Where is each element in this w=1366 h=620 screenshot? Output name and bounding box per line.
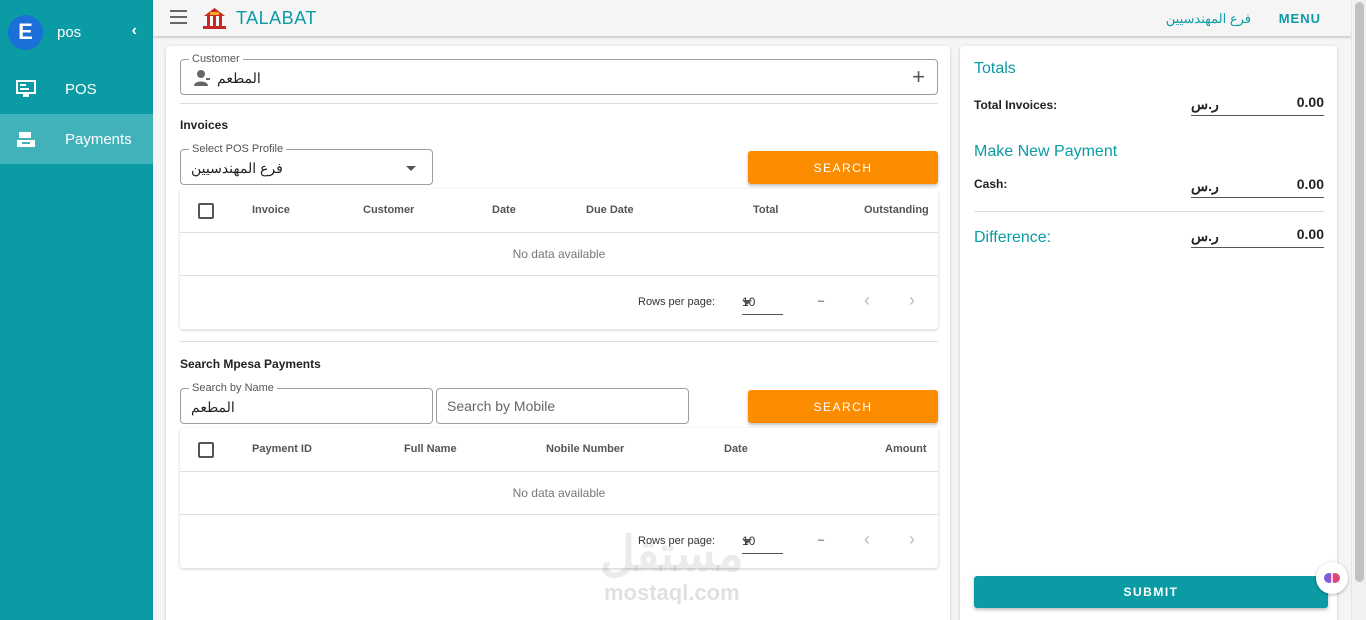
person-icon [193, 69, 211, 87]
page-range: – [818, 534, 825, 546]
search-mpesa-button[interactable]: SEARCH [748, 390, 938, 423]
search-mobile-field[interactable]: Search by Mobile [436, 388, 689, 424]
sidebar-item-payments[interactable]: Payments [0, 114, 153, 164]
currency-label: ر.س [1191, 228, 1219, 244]
vertical-scrollbar[interactable] [1351, 0, 1366, 620]
column-header[interactable]: Nobile Number [546, 443, 624, 455]
customer-field[interactable]: Customer المطعم + [180, 53, 938, 95]
divider [180, 103, 938, 104]
watermark: مستقل mostaql.com [600, 530, 744, 606]
sidebar-header: E pos ‹ [0, 0, 153, 64]
column-header[interactable]: Date [724, 443, 748, 455]
column-header[interactable]: Outstanding [864, 204, 929, 216]
rows-per-page-select[interactable]: 10 [742, 289, 783, 315]
column-header[interactable]: Due Date [586, 204, 634, 216]
customer-label: Customer [189, 53, 243, 65]
top-app-bar: TALABAT فرع المهندسيين MENU [153, 0, 1351, 37]
make-new-payment-title: Make New Payment [974, 143, 1118, 160]
mpesa-table: Payment ID Full Name Nobile Number Date … [180, 428, 938, 568]
search-invoices-button[interactable]: SEARCH [748, 151, 938, 184]
hamburger-menu-icon[interactable] [170, 10, 187, 28]
invoices-title: Invoices [180, 118, 229, 132]
difference-label: Difference: [974, 229, 1052, 246]
total-invoices-label: Total Invoices: [974, 98, 1058, 112]
branch-name: فرع المهندسيين [1165, 11, 1251, 26]
search-name-field[interactable]: Search by Name المطعم [180, 382, 433, 424]
column-header[interactable]: Full Name [404, 443, 457, 455]
chevron-left-icon[interactable]: ‹ [864, 290, 870, 311]
select-all-checkbox[interactable] [198, 203, 214, 219]
scrollbar-thumb[interactable] [1355, 2, 1364, 582]
no-data-text: No data available [180, 233, 938, 276]
page-range: – [818, 295, 825, 307]
no-data-text: No data available [180, 472, 938, 515]
payments-form-card: Customer المطعم + Invoices Select POS Pr… [166, 46, 950, 620]
cash-field[interactable]: ر.س 0.00 [1191, 174, 1324, 198]
brand-name: TALABAT [236, 8, 317, 28]
column-header[interactable]: Amount [885, 443, 927, 455]
submit-button[interactable]: SUBMIT [974, 576, 1328, 608]
cash-label: Cash: [974, 177, 1008, 191]
divider [974, 211, 1324, 212]
chevron-down-icon [742, 300, 752, 305]
total-invoices-value: 0.00 [1296, 94, 1324, 110]
select-all-checkbox[interactable] [198, 442, 214, 458]
pos-profile-select[interactable]: Select POS Profile فرع المهندسيين [180, 143, 433, 185]
chevron-down-icon [406, 166, 416, 171]
table-footer: Rows per page: 10 – ‹ › [180, 515, 938, 568]
difference-field: ر.س 0.00 [1191, 224, 1324, 248]
divider [180, 341, 938, 342]
sidebar-item-label: POS [65, 80, 97, 98]
column-header[interactable]: Total [753, 204, 778, 216]
watermark-latin: mostaql.com [603, 580, 740, 605]
cash-value: 0.00 [1296, 176, 1324, 192]
total-invoices-field: ر.س 0.00 [1191, 92, 1324, 116]
column-header[interactable]: Payment ID [252, 443, 312, 455]
monitor-icon [15, 79, 37, 99]
totals-title: Totals [974, 60, 1016, 77]
totals-card: Totals Total Invoices: ر.س 0.00 Make New… [960, 46, 1337, 620]
watermark-arabic: مستقل [600, 528, 744, 581]
table-footer: Rows per page: 10 – ‹ › [180, 276, 938, 329]
bank-icon [15, 129, 37, 149]
currency-label: ر.س [1191, 178, 1219, 194]
sidebar-item-label: Payments [65, 130, 132, 148]
mpesa-title: Search Mpesa Payments [180, 357, 321, 371]
add-customer-icon[interactable]: + [912, 66, 925, 88]
difference-value: 0.00 [1296, 226, 1324, 242]
customer-value: المطعم [217, 70, 261, 86]
sidebar-item-pos[interactable]: POS [0, 64, 153, 114]
currency-label: ر.س [1191, 96, 1219, 112]
chevron-right-icon[interactable]: › [909, 529, 915, 550]
table-header: Invoice Customer Date Due Date Total Out… [180, 189, 938, 233]
pos-profile-value: فرع المهندسيين [191, 160, 283, 176]
menu-button[interactable]: MENU [1279, 11, 1321, 26]
collapse-icon[interactable]: ‹ [132, 22, 137, 40]
search-name-label: Search by Name [189, 382, 277, 394]
app-logo: E [8, 14, 43, 50]
rows-per-page-label: Rows per page: [638, 296, 716, 308]
column-header[interactable]: Invoice [252, 204, 290, 216]
restaurant-logo-icon [201, 6, 228, 30]
sidebar-title: pos [57, 23, 82, 41]
pos-profile-label: Select POS Profile [189, 143, 287, 155]
rows-per-page-select[interactable]: 10 [742, 528, 783, 554]
column-header[interactable]: Date [492, 204, 516, 216]
search-name-value: المطعم [191, 399, 235, 415]
column-header[interactable]: Customer [363, 204, 414, 216]
chevron-right-icon[interactable]: › [909, 290, 915, 311]
brain-icon[interactable] [1316, 562, 1348, 594]
invoices-table: Invoice Customer Date Due Date Total Out… [180, 189, 938, 329]
table-header: Payment ID Full Name Nobile Number Date … [180, 428, 938, 472]
sidebar: E pos ‹ POS Payments [0, 0, 153, 620]
search-mobile-placeholder: Search by Mobile [447, 398, 556, 414]
chevron-left-icon[interactable]: ‹ [864, 529, 870, 550]
